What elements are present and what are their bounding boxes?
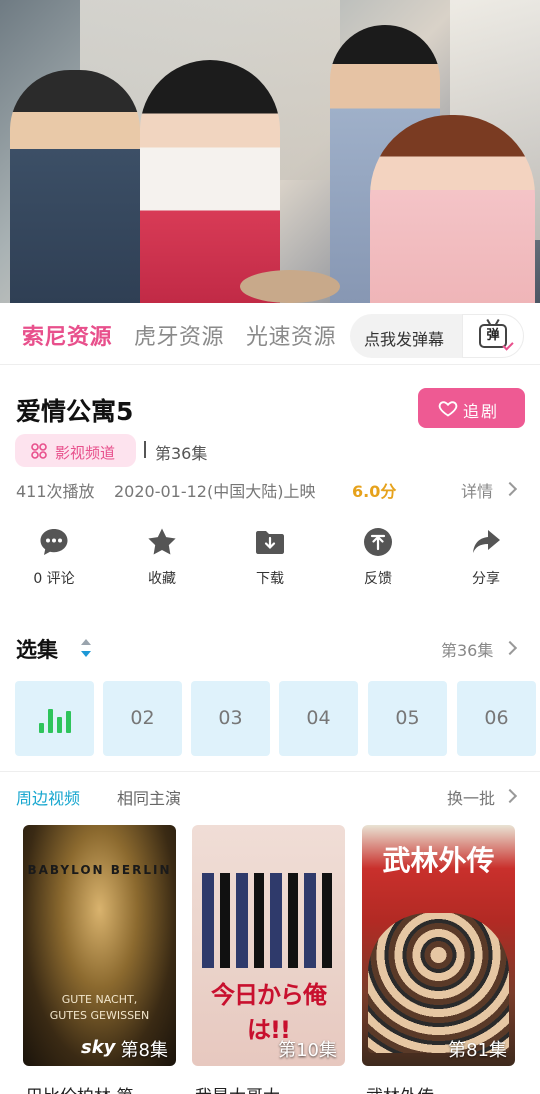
details-link[interactable]: 详情 [461,478,493,502]
poster-art-title: 今日から俺は!! [211,981,327,1044]
tab-same-actors[interactable]: 相同主演 [117,785,181,809]
download-icon [256,531,284,554]
heart-icon [438,401,458,417]
source-tab-huya[interactable]: 虎牙资源 [134,319,224,351]
player-frame-prop [240,270,340,303]
share-button[interactable]: 分享 [446,526,526,588]
follow-label: 追剧 [463,402,500,421]
chevron-right-icon[interactable] [502,481,518,497]
channel-label: 影视频道 [55,444,116,462]
episode-item[interactable]: 06 [457,681,536,756]
player-frame-figure [140,60,280,303]
poster-episode-badge: 第8集 [120,1040,168,1061]
page-title: 爱情公寓5 [16,397,134,426]
episodes-current[interactable]: 第36集 [441,637,493,661]
episode-item[interactable]: 05 [368,681,447,756]
release-date: 2020-01-12(中国大陆)上映 [114,482,316,501]
channel-tag[interactable]: 影视频道 [15,434,136,467]
poster-figures [368,913,509,1053]
download-button[interactable]: 下载 [230,526,310,588]
poster-card[interactable]: 武林外传 第81集 [362,825,515,1066]
refresh-button[interactable]: 换一批 [447,785,495,809]
download-label: 下载 [256,571,284,587]
episode-item[interactable]: 04 [279,681,358,756]
follow-button[interactable]: 追剧 [418,388,525,428]
poster-art-title: BABYLON BERLIN [27,863,172,877]
feedback-label: 反馈 [364,571,392,587]
poster-card[interactable]: BABYLON BERLIN GUTE NACHT, GUTES GEWISSE… [23,825,176,1066]
poster-episode-badge: 第10集 [278,1040,337,1061]
chevron-right-icon[interactable] [502,788,518,804]
poster-card[interactable]: 今日から俺は!! 第10集 [192,825,345,1066]
source-tabs: 索尼资源 虎牙资源 光速资源 点我发弹幕 弹 [0,303,540,365]
video-player[interactable] [0,0,540,303]
feedback-button[interactable]: 反馈 [338,526,418,588]
source-tab-guangsu[interactable]: 光速资源 [246,319,336,351]
sky-logo: sky [81,1037,116,1058]
comment-label: 0 评论 [33,571,75,587]
poster-figures [202,873,335,968]
playing-bars-icon [39,705,71,733]
player-frame-figure [370,115,535,303]
poster-caption[interactable]: 我是大哥大 [195,1082,348,1094]
comment-button[interactable]: 0 评论 [14,526,94,588]
poster-art-text: GUTE NACHT, [61,993,138,1006]
source-tab-sony[interactable]: 索尼资源 [22,319,112,351]
feedback-icon [364,528,392,556]
tab-related-videos[interactable]: 周边视频 [16,785,80,809]
player-frame-figure [10,70,140,303]
chevron-right-icon[interactable] [502,640,518,656]
episode-item[interactable]: 03 [191,681,270,756]
poster-caption[interactable]: 武林外传 [366,1082,519,1094]
episodes-title: 选集 [16,638,58,662]
divider [144,441,146,458]
sort-icon[interactable] [79,637,93,659]
current-episode: 第36集 [155,444,208,463]
favorite-button[interactable]: 收藏 [122,526,202,588]
favorite-label: 收藏 [148,571,176,587]
divider [0,771,540,772]
poster-episode-badge: 第81集 [448,1040,507,1061]
danmu-toggle-button[interactable]: 弹 [462,314,524,358]
share-icon [473,530,500,553]
poster-caption[interactable]: 巴比伦柏林 第 [26,1082,179,1094]
star-icon [148,528,176,555]
episode-item[interactable]: 02 [103,681,182,756]
danmu-input[interactable]: 点我发弹幕 弹 [350,314,524,358]
channel-grid-icon [31,443,47,459]
danmu-placeholder: 点我发弹幕 [364,330,445,349]
episode-item-playing[interactable] [15,681,94,756]
play-count: 411次播放 [16,482,95,501]
score: 6.0分 [352,482,397,501]
episode-list: 02 03 04 05 06 [0,681,540,757]
poster-art-text: GUTES GEWISSEN [49,1009,150,1022]
poster-art-title: 武林外传 [382,844,495,877]
share-label: 分享 [472,571,500,587]
comment-icon [40,529,68,555]
